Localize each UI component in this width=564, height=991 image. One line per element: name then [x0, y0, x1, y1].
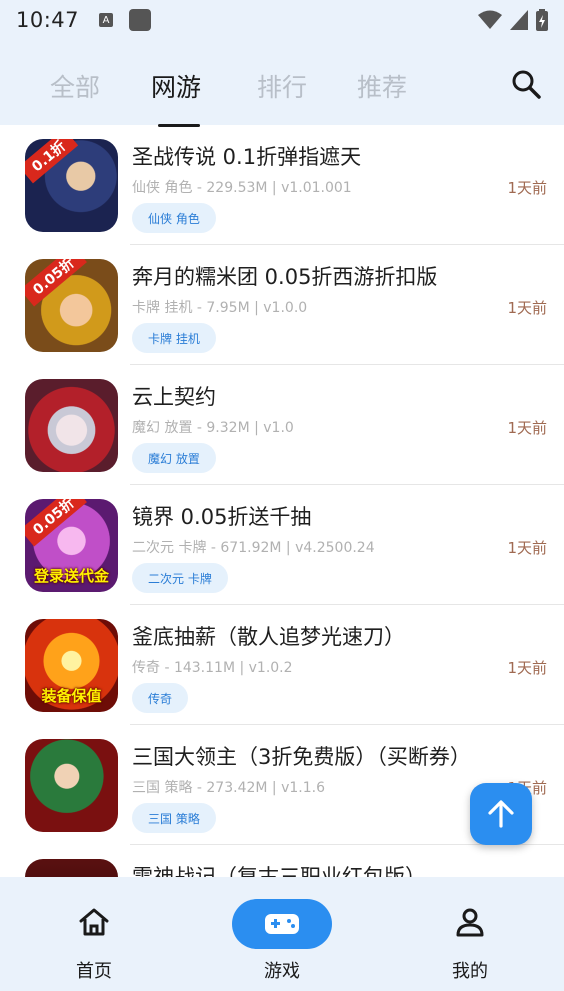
update-time: 1天前: [507, 539, 547, 557]
game-meta: 二次元 卡牌 - 671.92M | v4.2500.24: [132, 540, 375, 556]
game-icon: [25, 379, 118, 472]
game-title: 圣战传说 0.1折弹指遮天: [132, 145, 362, 169]
game-meta: 仙侠 角色 - 229.53M | v1.01.001: [132, 180, 352, 196]
game-tag: 二次元 卡牌: [132, 563, 228, 593]
active-nav-pill: [232, 899, 332, 949]
nav-label: 我的: [452, 961, 488, 982]
game-meta: 卡牌 挂机 - 7.95M | v1.0.0: [132, 300, 308, 316]
game-tag: 卡牌 挂机: [132, 323, 216, 353]
arrow-up-icon: [488, 800, 514, 828]
game-title: 釜底抽薪（散人追梦光速刀）: [132, 625, 405, 649]
nav-label: 首页: [76, 961, 112, 982]
update-time: 1天前: [507, 659, 547, 677]
list-item[interactable]: 0.05折 奔月的糯米团 0.05折西游折扣版 卡牌 挂机 - 7.95M | …: [0, 245, 564, 365]
tab-all[interactable]: 全部: [50, 68, 100, 104]
nav-label: 游戏: [264, 961, 300, 982]
game-list: 0.1折 圣战传说 0.1折弹指遮天 仙侠 角色 - 229.53M | v1.…: [0, 125, 564, 877]
promo-caption: 登录送代金: [33, 567, 109, 585]
game-tag: 仙侠 角色: [132, 203, 216, 233]
tab-recommended[interactable]: 推荐: [357, 68, 407, 104]
discount-badge: 0.1折: [25, 139, 79, 184]
discount-badge: 0.05折: [25, 259, 87, 307]
list-item[interactable]: 雷神战记（复古三职业红包版）: [0, 845, 564, 877]
tab-online-games[interactable]: 网游: [151, 68, 201, 104]
game-icon: 装备保值: [25, 619, 118, 712]
category-tab-bar: 全部 网游 排行 推荐: [0, 40, 564, 127]
game-meta: 三国 策略 - 273.42M | v1.1.6: [132, 780, 325, 796]
discount-badge: 0.05折: [25, 499, 87, 547]
game-meta: 魔幻 放置 - 9.32M | v1.0: [132, 420, 294, 436]
game-title: 雷神战记（复古三职业红包版）: [132, 865, 426, 877]
game-tag: 魔幻 放置: [132, 443, 216, 473]
list-item[interactable]: 装备保值 釜底抽薪（散人追梦光速刀） 传奇 - 143.11M | v1.0.2…: [0, 605, 564, 725]
list-item[interactable]: 云上契约 魔幻 放置 - 9.32M | v1.0 1天前 魔幻 放置: [0, 365, 564, 485]
search-icon[interactable]: [510, 68, 542, 100]
game-title: 三国大领主（3折免费版）（买断券）: [132, 745, 471, 769]
game-title: 奔月的糯米团 0.05折西游折扣版: [132, 265, 438, 289]
wifi-icon: [478, 10, 502, 29]
game-icon: [25, 859, 118, 877]
game-icon: 0.05折: [25, 259, 118, 352]
game-title: 镜界 0.05折送千抽: [132, 505, 312, 529]
battery-icon: [536, 9, 548, 31]
nav-home[interactable]: 首页: [0, 877, 188, 991]
status-time: 10:47: [16, 8, 80, 32]
notification-square-icon: [129, 9, 152, 31]
user-icon: [456, 908, 484, 937]
game-icon: 0.1折: [25, 139, 118, 232]
status-bar: 10:47 A: [0, 0, 564, 40]
game-icon: 0.05折 登录送代金: [25, 499, 118, 592]
update-time: 1天前: [507, 419, 547, 437]
signal-icon: [510, 10, 528, 30]
tab-ranking[interactable]: 排行: [257, 68, 307, 104]
scroll-to-top-button[interactable]: [470, 783, 532, 845]
notification-a-icon: A: [99, 13, 114, 27]
game-icon: [25, 739, 118, 832]
promo-caption: 装备保值: [41, 687, 102, 705]
update-time: 1天前: [507, 179, 547, 197]
game-title: 云上契约: [132, 385, 216, 409]
gamepad-icon: [265, 914, 299, 934]
bottom-nav: 首页 游戏 我的: [0, 877, 564, 991]
game-meta: 传奇 - 143.11M | v1.0.2: [132, 660, 293, 676]
nav-games[interactable]: 游戏: [188, 877, 376, 991]
home-icon: [79, 908, 109, 936]
update-time: 1天前: [507, 299, 547, 317]
list-item[interactable]: 0.1折 圣战传说 0.1折弹指遮天 仙侠 角色 - 229.53M | v1.…: [0, 125, 564, 245]
nav-profile[interactable]: 我的: [376, 877, 564, 991]
game-tag: 传奇: [132, 683, 189, 713]
list-item[interactable]: 0.05折 登录送代金 镜界 0.05折送千抽 二次元 卡牌 - 671.92M…: [0, 485, 564, 605]
game-tag: 三国 策略: [132, 803, 216, 833]
